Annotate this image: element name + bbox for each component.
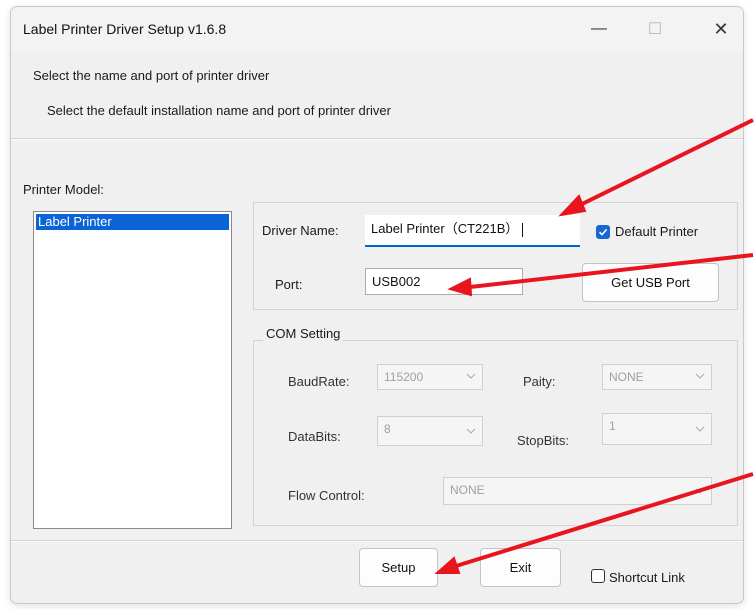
title-bar: Label Printer Driver Setup v1.6.8 — ☐ ✕ (11, 7, 743, 51)
window-title: Label Printer Driver Setup v1.6.8 (23, 21, 227, 37)
header-title: Select the name and port of printer driv… (33, 68, 270, 83)
parity-select[interactable]: NONE (602, 364, 712, 390)
default-printer-label: Default Printer (615, 224, 699, 239)
chevron-down-icon (466, 373, 476, 379)
com-setting-title: COM Setting (263, 326, 344, 341)
default-printer-checkbox[interactable] (596, 225, 610, 239)
header-subtitle: Select the default installation name and… (47, 103, 391, 118)
stopbits-value: 1 (609, 419, 616, 433)
shortcut-link-label: Shortcut Link (609, 570, 685, 585)
close-button[interactable]: ✕ (701, 15, 741, 43)
stopbits-label: StopBits: (517, 433, 570, 448)
parity-value: NONE (609, 370, 644, 384)
port-label: Port: (275, 277, 303, 292)
baudrate-value: 115200 (384, 370, 424, 384)
get-usb-port-button[interactable]: Get USB Port (582, 263, 719, 302)
header-divider (11, 138, 743, 140)
chevron-down-icon (695, 488, 705, 494)
baudrate-label: BaudRate: (288, 374, 350, 389)
driver-name-input[interactable]: Label Printer（CT221B） (365, 215, 580, 247)
checkmark-icon (598, 228, 608, 236)
databits-select[interactable]: 8 (377, 416, 483, 446)
printer-model-item[interactable]: Label Printer (36, 214, 229, 230)
databits-value: 8 (384, 422, 391, 436)
port-input[interactable]: USB002 (365, 268, 523, 295)
shortcut-link-checkbox[interactable] (591, 569, 605, 583)
flow-control-value: NONE (450, 483, 485, 497)
footer-divider (11, 540, 743, 542)
chevron-down-icon (695, 426, 705, 432)
flow-control-label: Flow Control: (288, 488, 365, 503)
minimize-button[interactable]: — (579, 15, 619, 43)
parity-label: Paity: (523, 374, 556, 389)
printer-model-list[interactable]: Label Printer (33, 211, 232, 529)
setup-window: Label Printer Driver Setup v1.6.8 — ☐ ✕ … (10, 6, 744, 604)
baudrate-select[interactable]: 115200 (377, 364, 483, 390)
driver-name-value: Label Printer（CT221B） (371, 221, 519, 236)
databits-label: DataBits: (288, 429, 341, 444)
text-caret (522, 222, 524, 237)
maximize-button[interactable]: ☐ (635, 15, 675, 43)
chevron-down-icon (695, 373, 705, 379)
stopbits-select[interactable]: 1 (602, 413, 712, 445)
exit-button[interactable]: Exit (480, 548, 561, 587)
chevron-down-icon (466, 428, 476, 434)
printer-model-label: Printer Model: (23, 182, 104, 197)
driver-name-label: Driver Name: (262, 223, 339, 238)
setup-button[interactable]: Setup (359, 548, 438, 587)
flow-control-select[interactable]: NONE (443, 477, 712, 505)
